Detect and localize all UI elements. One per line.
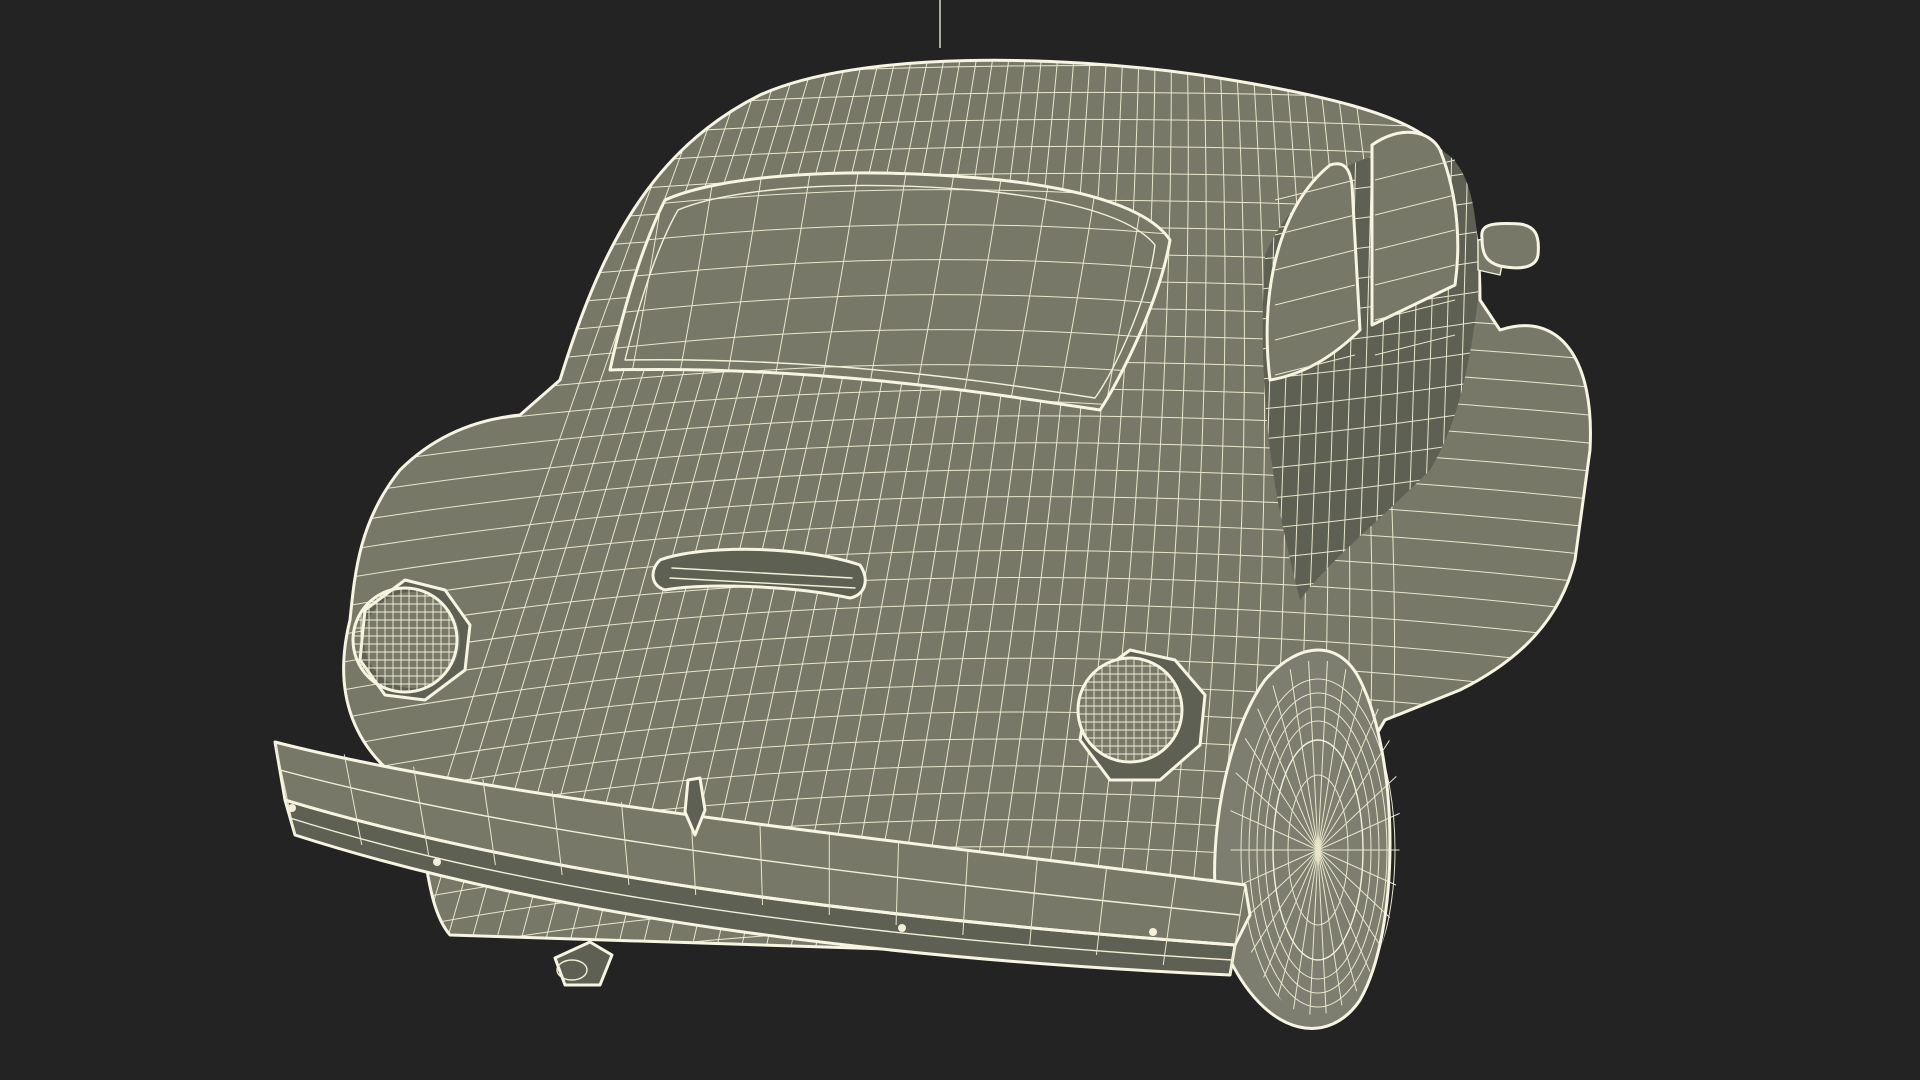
side-mirror [1477,221,1540,276]
render-viewport [0,0,1920,1080]
exhaust-pipe [553,940,614,987]
wireframe-render [273,0,1592,1030]
